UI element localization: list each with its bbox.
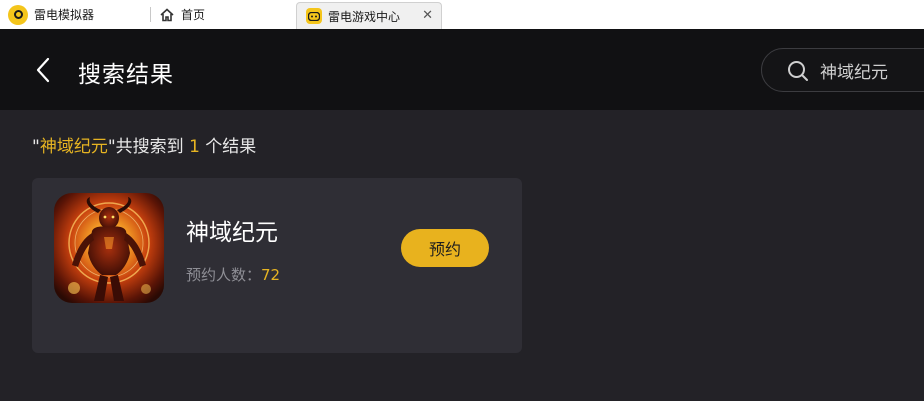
summary-count: 1 (189, 137, 200, 157)
tab-game-center[interactable]: 雷电游戏中心 ✕ (296, 2, 442, 29)
search-summary: "神域纪元"共搜索到 1 个结果 (32, 132, 256, 157)
search-input[interactable] (820, 58, 924, 82)
tab-ldplayer[interactable]: 雷电模拟器 (0, 0, 150, 29)
search-box[interactable] (761, 48, 924, 92)
result-card[interactable]: 神域纪元 预约人数：72 预约 (32, 178, 522, 353)
back-icon[interactable] (30, 53, 60, 87)
summary-text: "共搜索到 (107, 137, 190, 157)
summary-suffix: 个结果 (199, 137, 257, 157)
page-header: 搜索结果 (0, 29, 924, 110)
reservation-count: 预约人数：72 (186, 264, 280, 285)
reservation-value: 72 (261, 266, 281, 284)
tab-label: 雷电游戏中心 (328, 9, 401, 24)
game-center-icon (306, 8, 322, 24)
demon-artwork-icon (54, 193, 164, 303)
game-name[interactable]: 神域纪元 (186, 213, 278, 247)
game-icon[interactable] (54, 193, 164, 303)
summary-quote: " (32, 137, 40, 157)
page-title: 搜索结果 (78, 62, 174, 88)
summary-keyword: 神域纪元 (39, 137, 108, 157)
tab-label: 雷电模拟器 (34, 8, 95, 22)
search-icon[interactable] (786, 59, 810, 83)
reservation-label: 预约人数： (186, 266, 262, 284)
home-icon (160, 7, 174, 21)
reserve-button[interactable]: 预约 (401, 229, 489, 267)
tab-label: 首页 (181, 8, 206, 22)
tab-home[interactable]: 首页 (150, 0, 295, 29)
tab-strip: 雷电模拟器 首页 雷电游戏中心 ✕ (0, 0, 924, 29)
close-icon[interactable]: ✕ (422, 8, 433, 23)
gamepad-icon (308, 11, 320, 21)
ldplayer-logo-icon (8, 4, 28, 25)
